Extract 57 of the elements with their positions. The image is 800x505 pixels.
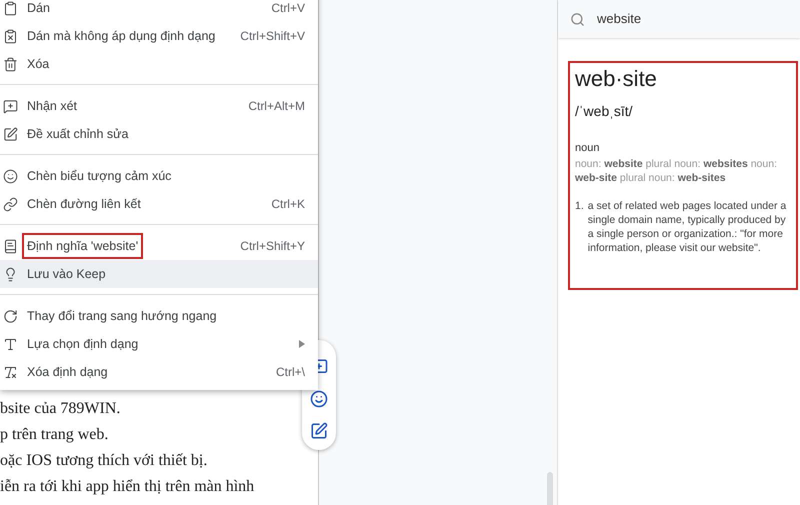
menu-item[interactable]: Đề xuất chỉnh sửa [0,120,318,148]
menu-item-label: Dán [26,0,51,17]
shortcut-text: Ctrl+\ [276,364,305,381]
clipboard-cross-icon [3,28,18,44]
menu-item[interactable]: Định nghĩa 'website' Ctrl+Shift+Y [0,232,318,260]
rotate-icon [3,308,18,324]
menu-item[interactable]: Xóa định dạng Ctrl+\ [0,358,318,386]
link-icon [3,196,18,212]
smile-icon[interactable] [310,390,328,408]
menu-item[interactable]: Chèn đường liên kết Ctrl+K [0,190,318,218]
submenu-arrow-icon [299,340,305,348]
scrollbar[interactable] [547,472,553,505]
part-of-speech: noun [575,141,600,156]
pronunciation: /ˈwebˌsīt/ [575,102,634,121]
shortcut-text: Ctrl+K [271,196,305,213]
menu-item[interactable]: Nhận xét Ctrl+Alt+M [0,92,318,120]
search-icon [570,12,585,26]
menu-item[interactable]: Xóa [0,50,318,78]
menu-item-label: Đề xuất chỉnh sửa [26,126,130,143]
document-text: p trên trang web. [0,425,108,445]
menu-item-label: Lưu vào Keep [26,266,107,283]
menu-item-label: Dán mà không áp dụng định dạng [26,28,216,45]
search-field[interactable]: website [558,0,800,38]
clear-format-icon [3,364,18,380]
menu-item-label: Chèn biểu tượng cảm xúc [26,168,172,185]
document-text: iễn ra tới khi app hiển thị trên màn hình [0,477,254,497]
menu-item-label: Thay đổi trang sang hướng ngang [26,308,218,325]
definition-text: a set of related web pages located under a single domain name, typically produced by a single person or organization.: "for more information, please visit our website". [588,198,788,254]
book-icon [3,238,18,254]
shortcut-text: Ctrl+Shift+V [240,28,305,45]
pen-square-icon [3,126,18,142]
menu-item-label: Xóa định dạng [26,364,109,381]
document-text: oặc IOS tương thích với thiết bị. [0,451,208,471]
pen-square-icon[interactable] [310,422,328,440]
word-forms: noun: website plural noun: websites noun: web-site plural noun: web-sites [575,156,778,184]
menu-item-label: Định nghĩa 'website' [22,232,144,260]
menu-item[interactable]: Chèn biểu tượng cảm xúc [0,162,318,190]
menu-item[interactable]: Lưu vào Keep [0,260,318,288]
menu-item-label: Lựa chọn định dạng [26,336,140,353]
menu-item-label: Chèn đường liên kết [26,196,142,213]
menu-item-label: Nhận xét [26,98,78,115]
text-format-icon [3,336,18,352]
menu-item[interactable]: Lựa chọn định dạng [0,330,318,358]
clipboard-icon [3,0,18,16]
trash-icon [3,56,18,72]
shortcut-text: Ctrl+Shift+Y [240,238,305,255]
menu-item[interactable]: Dán Ctrl+V [0,0,318,22]
menu-item-label: Xóa [26,56,50,73]
menu-item[interactable]: Dán mà không áp dụng định dạng Ctrl+Shift+V [0,22,318,50]
document-text: bsite của 789WIN. [0,399,120,419]
menu-item[interactable]: Thay đổi trang sang hướng ngang [0,302,318,330]
shortcut-text: Ctrl+V [271,0,305,17]
shortcut-text: Ctrl+Alt+M [248,98,305,115]
comment-plus-icon [3,98,18,114]
headword: web·site [575,65,658,93]
smile-icon [3,168,18,184]
definition-number: 1. [575,198,584,214]
